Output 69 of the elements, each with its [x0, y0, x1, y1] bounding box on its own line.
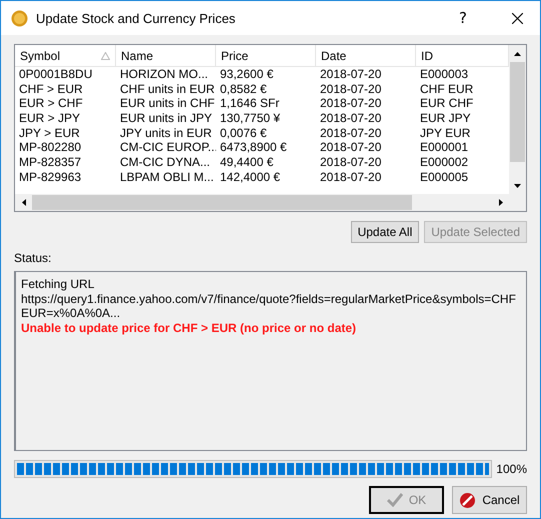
table-cell-text: 93,2600 €	[219, 67, 274, 82]
column-label: Date	[321, 48, 346, 62]
scrollbar-thumb[interactable]	[32, 195, 412, 210]
table-cell-text: 0,0076 €	[219, 126, 268, 140]
table-cell-text: 6473,8900 €	[219, 140, 288, 156]
table-cell-text: JPY units in EUR	[119, 126, 213, 140]
table-cell-text: MP-828357	[18, 155, 82, 170]
column-header[interactable]: Price	[216, 45, 316, 67]
table-cell-text: CM-CIC DYNA...	[119, 155, 211, 170]
table-cell-text: CHF units in EUR	[119, 82, 216, 96]
table-cell-text: EUR CHF	[419, 96, 474, 112]
table-cell-text: 2018-07-20	[319, 140, 382, 156]
table-cell-text: JPY EUR	[419, 126, 472, 140]
table-cell-text: E000003	[419, 67, 470, 82]
table-cell-text: 0,8582 €	[219, 82, 268, 96]
table-cell-text: 49,4400 €	[219, 155, 274, 170]
status-label: Status:	[14, 251, 52, 265]
left-arrow-icon	[22, 199, 26, 206]
down-arrow-icon	[514, 184, 521, 188]
right-arrow-icon	[498, 199, 502, 206]
update-button[interactable]: Update All	[350, 221, 420, 243]
table-cell-text: EUR JPY	[419, 111, 472, 126]
column-label: Symbol	[20, 48, 60, 62]
table-cell-text: 2018-07-20	[319, 170, 382, 184]
log-line: https://query1.finance.yahoo.com/v7/finance/quote?fields=regularMarketPrice&symbols=CHFEUR=x%0A%0A...	[21, 292, 517, 320]
cancel-button[interactable]: Cancel	[452, 486, 527, 514]
column-header[interactable]: Symbol	[15, 45, 116, 67]
table-cell-text: E000001	[419, 140, 470, 156]
help-button[interactable]: ?	[440, 1, 486, 35]
table-cell-text: EUR > JPY	[18, 111, 82, 126]
table-cell-text: CHF > EUR	[18, 82, 84, 96]
table-cell-text: JPY > EUR	[18, 126, 81, 140]
table-cell-text: MP-829963	[18, 170, 82, 184]
column-label: ID	[421, 48, 433, 62]
column-header[interactable]: Date	[316, 45, 416, 67]
progress-reading: 100%	[496, 462, 527, 476]
column-header[interactable]: Name	[116, 45, 216, 67]
close-icon	[512, 12, 522, 24]
table-cell-text: 2018-07-20	[319, 67, 382, 82]
table-cell-text: 2018-07-20	[319, 82, 382, 96]
coin-icon	[11, 10, 28, 26]
table-cell-text: 0P0001B8DU	[18, 67, 94, 82]
table-cell-text: 2018-07-20	[319, 126, 382, 140]
table-cell-text: EUR > CHF	[18, 96, 84, 112]
horizontal-scrollbar[interactable]	[15, 194, 509, 211]
column-label: Name	[121, 48, 154, 62]
column-label: Price	[221, 48, 248, 62]
scrollbar-thumb[interactable]	[510, 62, 525, 162]
table-cell-text: HORIZON MO...	[119, 67, 209, 82]
table-cell-text: E000005	[419, 170, 470, 184]
table-cell-text: E000002	[419, 155, 470, 170]
window-title: Update Stock and Currency Prices	[36, 10, 236, 26]
table-cell-text: 2018-07-20	[319, 111, 382, 126]
error-message: Unable to update price for CHF > EUR (no price or no date)	[21, 320, 358, 335]
table-cell-text: 142,4000 €	[219, 170, 282, 184]
up-arrow-icon	[514, 52, 521, 56]
vertical-scrollbar[interactable]	[509, 45, 526, 194]
table-cell-text: 2018-07-20	[319, 155, 382, 170]
no-entry-icon	[459, 492, 476, 508]
table-cell-text: 1,1646 SFr	[219, 96, 280, 112]
table-cell-text: LBPAM OBLI M...	[119, 170, 215, 184]
table-cell-text: EUR units in CHF	[119, 96, 216, 112]
log-line: Fetching URL	[21, 277, 96, 292]
checkmark-icon	[386, 493, 403, 507]
table-cell-text: 2018-07-20	[319, 96, 382, 112]
table-cell-text: 130,7750 ¥	[219, 111, 282, 126]
table-cell-text: MP-802280	[18, 140, 82, 156]
table-cell-text: CHF EUR	[419, 82, 474, 96]
table-cell-text: EUR units in JPY	[119, 111, 214, 126]
